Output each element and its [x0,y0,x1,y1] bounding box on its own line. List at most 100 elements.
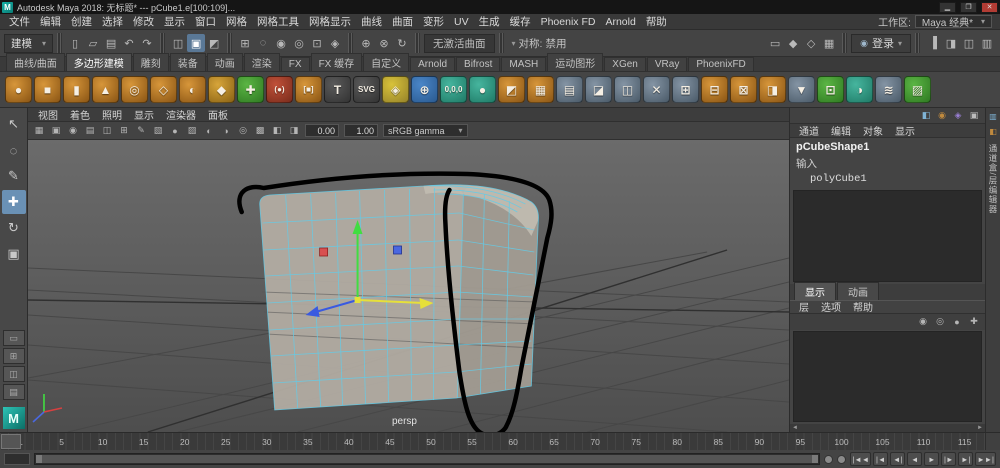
colorspace-dropdown[interactable]: sRGB gamma ▾ [383,124,468,137]
menu-item[interactable]: Arnold [600,16,640,28]
grease-pencil-icon[interactable]: ✎ [133,123,149,138]
type-tool-icon[interactable]: T [324,76,351,103]
shelf-tab[interactable]: FX 缓存 [311,53,363,71]
render-current-frame-icon[interactable]: ◆ [784,34,802,52]
shelf-tab[interactable]: 装备 [170,53,206,71]
channel-box-menu-item[interactable]: 编辑 [826,123,856,138]
use-all-lights-icon[interactable]: ◐ [201,123,217,138]
cube-variant-icon[interactable]: [■] [295,76,322,103]
step-forward-button[interactable]: |► [941,452,956,466]
ambient-occlusion-icon[interactable]: ◎ [235,123,251,138]
paint-select-tool-icon[interactable]: ✎ [2,164,26,188]
input-node-name[interactable]: polyCube1 [810,173,979,185]
layer-menu-item[interactable]: 层 [794,299,814,314]
super-shape-icon[interactable]: ✚ [237,76,264,103]
menu-item[interactable]: 缓存 [505,14,536,29]
symmetrize-icon[interactable]: ⊡ [817,76,844,103]
play-backwards-button[interactable]: ◄ [907,452,922,466]
menu-item[interactable]: 帮助 [641,14,672,29]
group-collapser[interactable] [499,33,504,53]
undo-icon[interactable]: ↶ [120,34,138,52]
bookmark-icon[interactable]: ▤ [82,123,98,138]
group-collapser[interactable] [842,33,847,53]
node-name[interactable]: pCubeShape1 [796,141,979,153]
anti-alias-icon[interactable]: ▩ [252,123,268,138]
shelf-tab[interactable]: VRay [647,57,687,71]
step-back-button[interactable]: ◄| [890,452,905,466]
quad-draw-icon[interactable]: ⊞ [672,76,699,103]
snap-projected-center-icon[interactable]: ◎ [290,34,308,52]
image-plane-icon[interactable]: ◫ [99,123,115,138]
multi-cut-icon[interactable]: ✕ [643,76,670,103]
shaded-mode-icon[interactable]: ● [167,123,183,138]
open-scene-icon[interactable]: ▱ [84,34,102,52]
edge-flow-icon[interactable]: ≋ [875,76,902,103]
make-live-icon[interactable]: ◈ [326,34,344,52]
hypershade-toggle-icon[interactable]: ◨ [942,34,960,52]
viewport-menu-item[interactable]: 着色 [64,107,96,122]
booleans-icon[interactable]: ◈ [382,76,409,103]
layout-hypershade-icon[interactable]: ▤ [3,384,25,400]
minimize-button[interactable]: ▁ [939,2,956,13]
ipr-render-icon[interactable]: ◇ [802,34,820,52]
cache-panel-icon[interactable]: ◉ [935,109,949,122]
next-key-button[interactable]: ►| [958,452,973,466]
auto-key-button[interactable] [837,455,846,464]
layout-persp-outliner-icon[interactable]: ◫ [3,366,25,382]
group-collapser[interactable] [415,33,420,53]
scroll-left-icon[interactable]: ◄ [792,425,798,431]
lock-camera-icon[interactable]: ▣ [48,123,64,138]
input-connections-icon[interactable]: ⊕ [357,34,375,52]
no-live-surface-field[interactable]: 无激活曲面 [424,34,495,53]
wireframe-mode-icon[interactable]: ▧ [150,123,166,138]
anim-panel-icon[interactable]: ◈ [951,109,965,122]
extrude-icon[interactable]: ◩ [498,76,525,103]
viewport-menu-item[interactable]: 渲染器 [160,107,202,122]
workspace-panel-icon[interactable]: ◧ [919,109,933,122]
rotate-tool-icon[interactable]: ↻ [2,216,26,240]
shelf-tab[interactable]: 曲线/曲面 [6,53,65,71]
group-collapser[interactable] [160,33,165,53]
current-time-indicator[interactable] [1,434,21,449]
layer-menu-item[interactable]: 选项 [816,299,846,314]
menu-item[interactable]: Phoenix FD [536,16,601,28]
layer-menu-item[interactable]: 帮助 [848,299,878,314]
range-slider-bar[interactable] [36,455,818,463]
layer-list[interactable] [793,331,982,423]
mirror-geometry-icon[interactable]: ◨ [759,76,786,103]
sculpt-tool-icon[interactable]: ◑ [846,76,873,103]
attribute-editor-toggle-icon[interactable]: ◫ [960,34,978,52]
viewport-menu-item[interactable]: 显示 [128,107,160,122]
poly-sphere-icon[interactable]: ● [5,76,32,103]
menu-set-selector[interactable]: 建模 ▾ [4,34,53,53]
sphere-variant-icon[interactable]: (●) [266,76,293,103]
go-to-end-button[interactable]: ►►| [975,452,996,466]
shelf-tab[interactable]: XGen [604,57,646,71]
select-object-icon[interactable]: ▣ [187,34,205,52]
select-hierarchy-icon[interactable]: ◫ [169,34,187,52]
shelf-tab[interactable]: MASH [501,57,546,71]
menu-item[interactable]: 修改 [128,14,159,29]
menu-item[interactable]: 网格工具 [252,14,304,29]
select-tool-icon[interactable]: ↖ [2,112,26,136]
render-view-icon[interactable]: ▭ [766,34,784,52]
layout-single-pane-icon[interactable]: ▭ [3,330,25,346]
output-connections-icon[interactable]: ⊗ [375,34,393,52]
manipulator-plane-handle-blue[interactable] [394,246,402,254]
render-settings-icon[interactable]: ▦ [820,34,838,52]
channel-box-scrollbar[interactable]: ◄ ► [790,424,985,432]
tool-settings-toggle-icon[interactable]: ▥ [978,34,996,52]
save-scene-icon[interactable]: ▤ [102,34,120,52]
crease-set-icon[interactable]: ▨ [904,76,931,103]
scroll-right-icon[interactable]: ► [977,425,983,431]
symmetry-selector[interactable]: ▾ 对称: 禁用 [508,36,571,51]
group-collapser[interactable] [915,33,920,53]
select-component-icon[interactable]: ◩ [205,34,223,52]
menu-item[interactable]: 网格 [221,14,252,29]
prev-key-button[interactable]: |◄ [873,452,888,466]
channel-box-menu-item[interactable]: 通道 [794,123,824,138]
redo-icon[interactable]: ↷ [138,34,156,52]
move-tool-icon[interactable]: ✚ [2,190,26,214]
character-set-button[interactable] [824,455,833,464]
poly-cone-icon[interactable]: ▲ [92,76,119,103]
